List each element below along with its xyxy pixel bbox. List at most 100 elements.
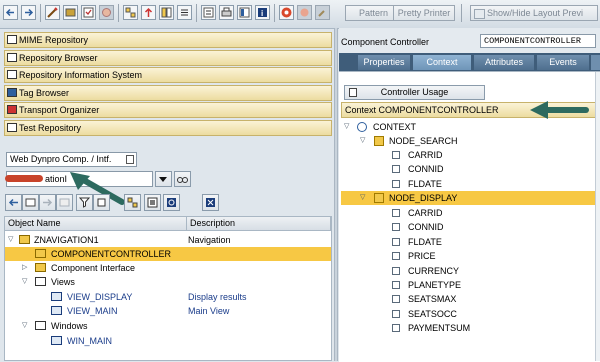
list-icon[interactable] — [177, 5, 192, 20]
hierarchy-icon[interactable] — [124, 194, 141, 211]
attribute-label: CURRENCY — [408, 265, 460, 276]
controller-usage-button[interactable]: Controller Usage — [344, 85, 485, 100]
tree-item-description: Navigation — [188, 235, 231, 245]
pretty-printer-button[interactable]: Pretty Printer — [393, 5, 455, 21]
truck-icon — [7, 105, 17, 114]
object-type-dropdown[interactable]: Web Dynpro Comp. / Intf. — [6, 152, 137, 167]
back-icon[interactable] — [3, 5, 18, 20]
navigation-icon[interactable] — [201, 5, 216, 20]
other-object-icon[interactable] — [63, 5, 78, 20]
expand-toggle-icon[interactable]: ▽ — [360, 134, 365, 148]
toolbar-separator — [40, 4, 41, 22]
refresh-icon[interactable] — [163, 194, 180, 211]
tree-item-name: Views — [51, 277, 75, 287]
folder-back-icon[interactable] — [22, 194, 39, 211]
context-root-icon — [357, 122, 367, 132]
check-icon[interactable] — [81, 5, 96, 20]
nav-repository-information-system[interactable]: Repository Information System — [4, 67, 332, 83]
tree-row-view-main[interactable]: VIEW_MAIN Main View — [5, 304, 331, 318]
info-system-icon — [7, 70, 17, 79]
expand-toggle-icon[interactable]: ▽ — [22, 275, 27, 289]
context-attribute-row[interactable]: FLDATE — [341, 235, 596, 249]
context-attribute-row[interactable]: CARRID — [341, 148, 596, 162]
up-arrow-icon[interactable] — [141, 5, 156, 20]
context-node-row-selected[interactable]: ▽ NODE_DISPLAY — [341, 191, 596, 205]
context-attribute-row[interactable]: PRICE — [341, 249, 596, 263]
attribute-label: CONNID — [408, 222, 444, 233]
back-icon[interactable] — [5, 194, 22, 211]
tab-context[interactable]: Context — [413, 55, 471, 70]
nav-transport-organizer[interactable]: Transport Organizer — [4, 102, 332, 118]
context-root-row[interactable]: ▽ CONTEXT — [341, 120, 596, 134]
expand-toggle-icon[interactable]: ▽ — [22, 319, 27, 333]
folder-forward-icon[interactable] — [56, 194, 73, 211]
expand-toggle-icon[interactable]: ▽ — [8, 233, 13, 247]
print-icon[interactable] — [219, 5, 234, 20]
display-object-icon[interactable] — [144, 194, 161, 211]
context-attribute-row[interactable]: CONNID — [341, 162, 596, 176]
context-attribute-row[interactable]: SEATSOCC — [341, 307, 596, 321]
forward-icon[interactable] — [39, 194, 56, 211]
attribute-icon — [392, 281, 400, 289]
layout-icon[interactable] — [237, 5, 252, 20]
document-icon — [349, 88, 357, 97]
display-change-icon[interactable] — [45, 5, 60, 20]
tab-properties[interactable]: Properties — [358, 55, 410, 70]
component-controller-field[interactable]: COMPONENTCONTROLLER — [480, 34, 596, 48]
context-attribute-row[interactable]: CONNID — [341, 220, 596, 234]
nav-tag-browser[interactable]: Tag Browser — [4, 85, 332, 101]
tree-row-windows[interactable]: ▽ Windows — [5, 319, 331, 333]
context-attribute-row[interactable]: CURRENCY — [341, 264, 596, 278]
tree-row-component-interface[interactable]: ▷ Component Interface — [5, 261, 331, 275]
nav-test-repository[interactable]: Test Repository — [4, 120, 332, 136]
vertical-scrollbar[interactable] — [595, 72, 600, 361]
wrench-icon[interactable] — [315, 5, 330, 20]
node-icon — [374, 136, 384, 146]
filter-icon[interactable] — [76, 194, 93, 211]
nav-label: Repository Browser — [19, 53, 98, 63]
column-header-object-name[interactable]: Object Name — [5, 217, 187, 231]
tree-item-name: Component Interface — [51, 263, 136, 273]
nav-repository-browser[interactable]: Repository Browser — [4, 50, 332, 66]
display-glasses-icon[interactable] — [174, 171, 191, 187]
attribute-label: FLDATE — [408, 236, 442, 247]
where-used-icon[interactable] — [159, 5, 174, 20]
tab-events[interactable]: Events — [537, 55, 589, 70]
expand-toggle-icon[interactable]: ▽ — [344, 120, 349, 134]
attribute-label: PLANETYPE — [408, 280, 462, 290]
forward-icon[interactable] — [21, 5, 36, 20]
pane-splitter[interactable] — [334, 28, 338, 361]
show-hide-layout-preview-button[interactable]: Show/Hide Layout Previ — [470, 5, 598, 21]
expand-toggle-icon[interactable]: ▽ — [360, 191, 365, 205]
context-attribute-row[interactable]: CARRID — [341, 206, 596, 220]
tree-row-view-display[interactable]: VIEW_DISPLAY Display results — [5, 290, 331, 304]
view-icon — [51, 306, 62, 315]
column-header-description[interactable]: Description — [187, 217, 331, 231]
dropdown-button[interactable] — [155, 171, 172, 187]
info-icon[interactable]: i — [255, 5, 270, 20]
tree-row-component[interactable]: ▽ ZNAVIGATION1 Navigation — [5, 233, 331, 247]
expand-toggle-icon[interactable]: ▷ — [22, 261, 27, 275]
context-attribute-row[interactable]: SEATSMAX — [341, 292, 596, 306]
context-attribute-row[interactable]: PAYMENTSUM — [341, 321, 596, 335]
breakpoint-icon[interactable] — [279, 5, 294, 20]
nav-mime-repository[interactable]: MIME Repository — [4, 32, 332, 48]
activate-icon[interactable] — [99, 5, 114, 20]
close-icon[interactable] — [202, 194, 219, 211]
context-attribute-row[interactable]: FLDATE — [341, 177, 596, 191]
hierarchy-icon[interactable] — [123, 5, 138, 20]
context-node-row[interactable]: ▽ NODE_SEARCH — [341, 134, 596, 148]
window-icon — [51, 336, 62, 345]
tab-scroll-right[interactable] — [591, 55, 600, 70]
tab-attributes[interactable]: Attributes — [474, 55, 534, 70]
context-attribute-row[interactable]: PLANETYPE — [341, 278, 596, 292]
watchpoint-icon[interactable] — [297, 5, 312, 20]
tree-item-name: VIEW_MAIN — [67, 306, 118, 316]
nav-label: Repository Information System — [19, 70, 143, 80]
collapse-icon[interactable] — [93, 194, 110, 211]
annotation-arrow-right — [530, 101, 589, 119]
controller-icon — [35, 249, 46, 258]
tree-row-views[interactable]: ▽ Views — [5, 275, 331, 289]
tree-row-win-main[interactable]: WIN_MAIN — [5, 334, 331, 348]
tree-row-componentcontroller[interactable]: COMPONENTCONTROLLER — [5, 247, 331, 261]
